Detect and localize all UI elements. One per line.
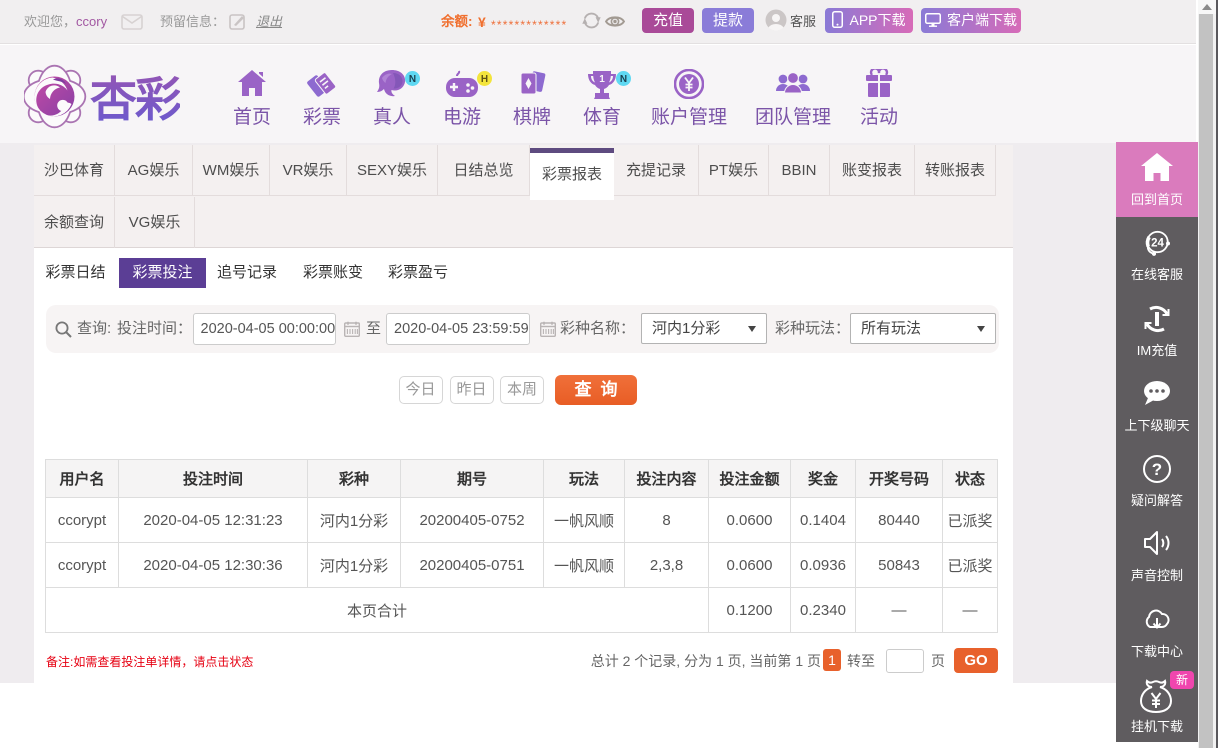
svg-text:N: N — [620, 74, 627, 85]
svg-text:24: 24 — [1151, 238, 1164, 250]
svg-text:1: 1 — [599, 74, 605, 85]
svg-text:?: ? — [1152, 460, 1162, 479]
svg-text:N: N — [409, 74, 416, 85]
svg-text:杏彩: 杏彩 — [90, 73, 180, 126]
